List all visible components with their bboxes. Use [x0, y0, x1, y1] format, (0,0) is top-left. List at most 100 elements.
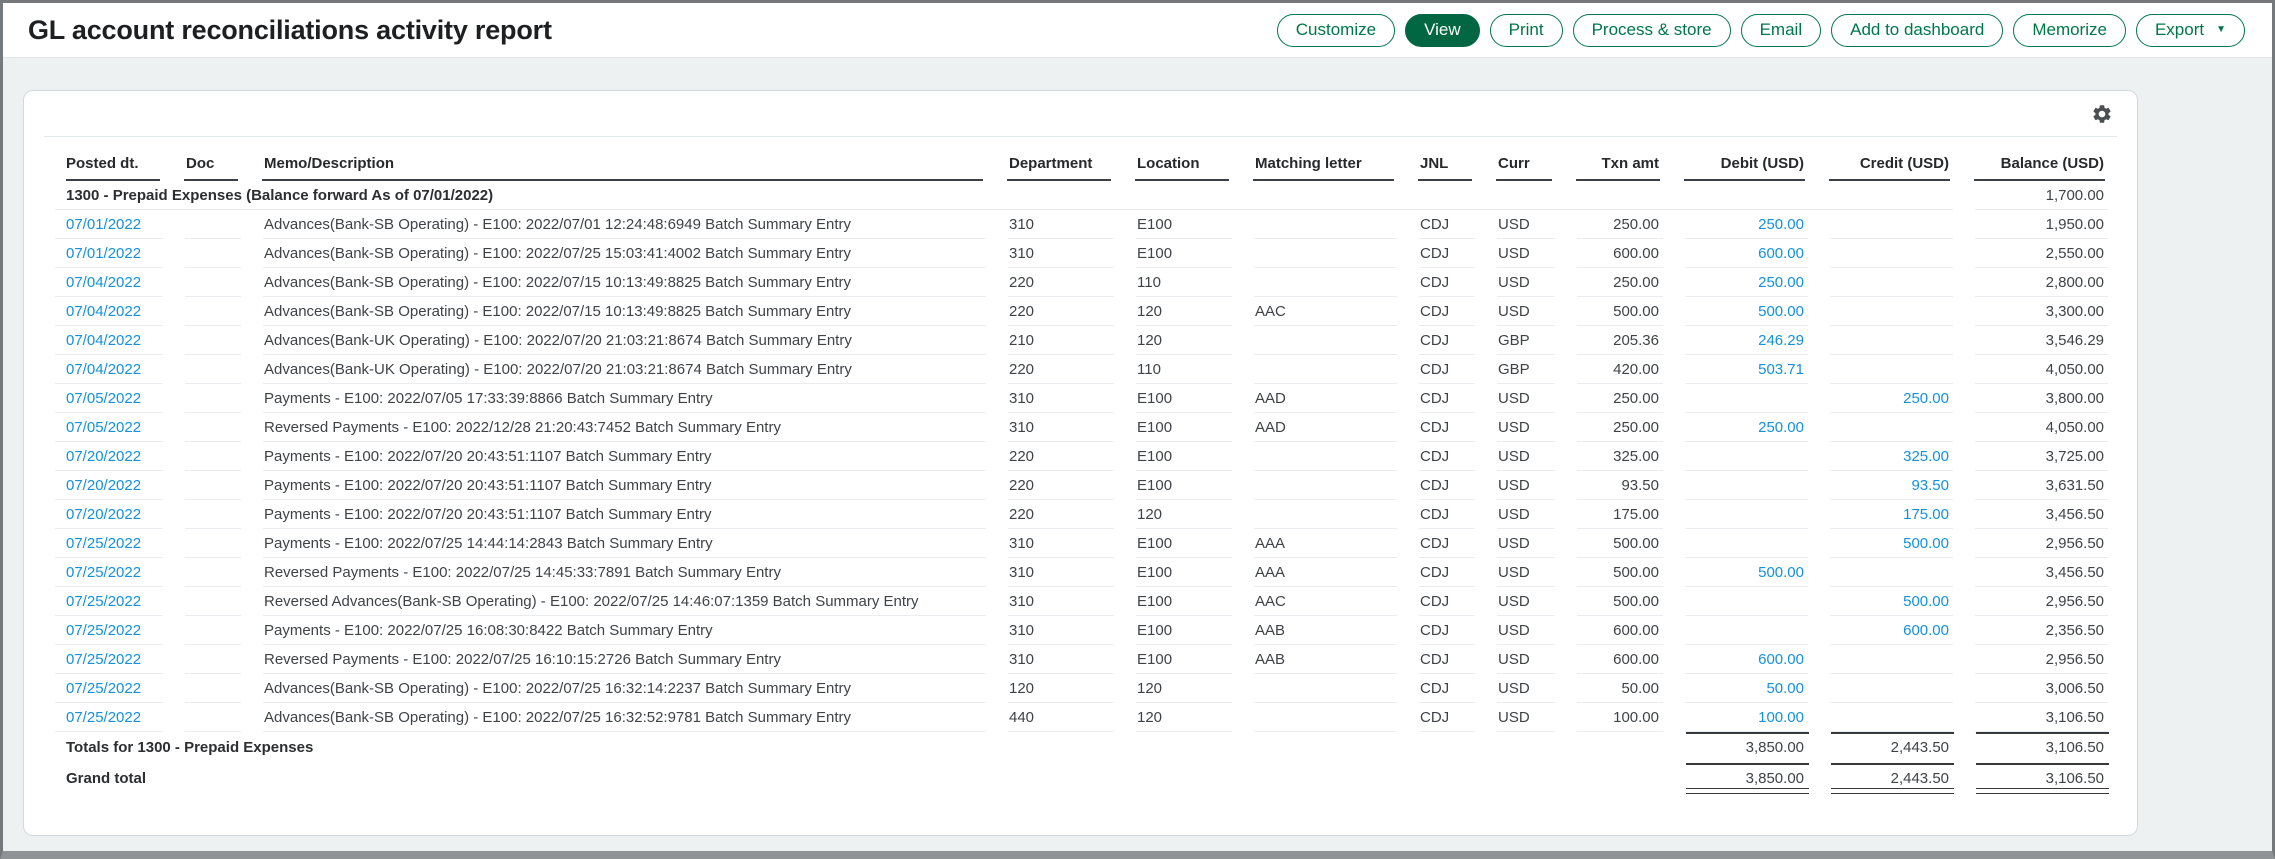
- matching-letter-value: AAC: [1255, 303, 1286, 320]
- col-header-credit: Credit (USD): [1819, 137, 1964, 181]
- jnl-value: CDJ: [1420, 390, 1449, 407]
- credit-amount-link[interactable]: 175.00: [1903, 506, 1949, 523]
- currency-value: USD: [1498, 419, 1530, 436]
- toolbar-button-label: Memorize: [2032, 20, 2107, 40]
- currency-value: USD: [1498, 564, 1530, 581]
- jnl-value: CDJ: [1420, 506, 1449, 523]
- debit-amount-link[interactable]: 600.00: [1758, 651, 1804, 668]
- location-value: E100: [1137, 622, 1172, 639]
- credit-amount-link[interactable]: 500.00: [1903, 593, 1949, 610]
- currency-value: USD: [1498, 709, 1530, 726]
- balance-value: 2,550.00: [2046, 245, 2104, 262]
- posted-date-link[interactable]: 07/25/2022: [66, 709, 141, 726]
- balance-value: 3,456.50: [2046, 506, 2104, 523]
- posted-date-link[interactable]: 07/20/2022: [66, 448, 141, 465]
- debit-amount-link[interactable]: 100.00: [1758, 709, 1804, 726]
- balance-value: 4,050.00: [2046, 361, 2104, 378]
- debit-amount-link[interactable]: 50.00: [1766, 680, 1804, 697]
- posted-date-link[interactable]: 07/04/2022: [66, 332, 141, 349]
- memo-text: Payments - E100: 2022/07/20 20:43:51:110…: [264, 477, 712, 494]
- col-header-curr: Curr: [1486, 137, 1566, 181]
- jnl-value: CDJ: [1420, 274, 1449, 291]
- matching-letter-value: AAD: [1255, 419, 1286, 436]
- jnl-value: CDJ: [1420, 448, 1449, 465]
- memo-text: Payments - E100: 2022/07/20 20:43:51:110…: [264, 506, 712, 523]
- location-value: 120: [1137, 680, 1162, 697]
- toolbar-button[interactable]: Email: [1741, 14, 1822, 47]
- jnl-value: CDJ: [1420, 245, 1449, 262]
- debit-amount-link[interactable]: 500.00: [1758, 564, 1804, 581]
- balance-value: 3,725.00: [2046, 448, 2104, 465]
- debit-amount-link[interactable]: 500.00: [1758, 303, 1804, 320]
- memo-text: Advances(Bank-SB Operating) - E100: 2022…: [264, 216, 851, 233]
- jnl-value: CDJ: [1420, 709, 1449, 726]
- debit-amount-link[interactable]: 246.29: [1758, 332, 1804, 349]
- txn-amount-value: 600.00: [1613, 622, 1659, 639]
- report-table: Posted dt. Doc Memo/Description Departme…: [44, 137, 2119, 794]
- txn-amount-value: 325.00: [1613, 448, 1659, 465]
- location-value: 120: [1137, 303, 1162, 320]
- content-area: Posted dt. Doc Memo/Description Departme…: [3, 58, 2272, 851]
- toolbar-button[interactable]: Print: [1490, 14, 1563, 47]
- posted-date-link[interactable]: 07/01/2022: [66, 245, 141, 262]
- posted-date-link[interactable]: 07/20/2022: [66, 506, 141, 523]
- credit-amount-link[interactable]: 93.50: [1911, 477, 1949, 494]
- credit-amount-link[interactable]: 325.00: [1903, 448, 1949, 465]
- currency-value: USD: [1498, 245, 1530, 262]
- gear-icon[interactable]: [2091, 103, 2113, 125]
- txn-amount-value: 100.00: [1613, 709, 1659, 726]
- posted-date-link[interactable]: 07/04/2022: [66, 303, 141, 320]
- toolbar-button[interactable]: View: [1405, 14, 1480, 47]
- posted-date-link[interactable]: 07/01/2022: [66, 216, 141, 233]
- posted-date-link[interactable]: 07/25/2022: [66, 593, 141, 610]
- balance-value: 3,106.50: [2046, 709, 2104, 726]
- posted-date-link[interactable]: 07/05/2022: [66, 419, 141, 436]
- posted-date-link[interactable]: 07/25/2022: [66, 622, 141, 639]
- toolbar-button[interactable]: Memorize: [2013, 14, 2126, 47]
- balance-value: 3,006.50: [2046, 680, 2104, 697]
- posted-date-link[interactable]: 07/25/2022: [66, 651, 141, 668]
- posted-date-link[interactable]: 07/04/2022: [66, 274, 141, 291]
- posted-date-link[interactable]: 07/25/2022: [66, 680, 141, 697]
- credit-amount-link[interactable]: 250.00: [1903, 390, 1949, 407]
- table-row: 07/20/2022 Payments - E100: 2022/07/20 2…: [44, 471, 2119, 500]
- toolbar-button-label: View: [1424, 20, 1461, 40]
- txn-amount-value: 600.00: [1613, 245, 1659, 262]
- credit-amount-link[interactable]: 500.00: [1903, 535, 1949, 552]
- grand-total-debit: 3,850.00: [1674, 763, 1819, 794]
- location-value: E100: [1137, 477, 1172, 494]
- debit-amount-link[interactable]: 250.00: [1758, 419, 1804, 436]
- toolbar-button[interactable]: Add to dashboard: [1831, 14, 2003, 47]
- txn-amount-value: 500.00: [1613, 535, 1659, 552]
- col-header-location: Location: [1125, 137, 1243, 181]
- debit-amount-link[interactable]: 600.00: [1758, 245, 1804, 262]
- location-value: E100: [1137, 448, 1172, 465]
- toolbar-button[interactable]: Export ▼: [2136, 14, 2245, 47]
- posted-date-link[interactable]: 07/04/2022: [66, 361, 141, 378]
- balance-value: 2,800.00: [2046, 274, 2104, 291]
- txn-amount-value: 250.00: [1613, 419, 1659, 436]
- toolbar-button[interactable]: Process & store: [1573, 14, 1731, 47]
- txn-amount-value: 250.00: [1613, 390, 1659, 407]
- table-row: 07/25/2022 Advances(Bank-SB Operating) -…: [44, 674, 2119, 703]
- txn-amount-value: 600.00: [1613, 651, 1659, 668]
- debit-amount-link[interactable]: 250.00: [1758, 216, 1804, 233]
- currency-value: GBP: [1498, 361, 1530, 378]
- table-row: 07/20/2022 Payments - E100: 2022/07/20 2…: [44, 500, 2119, 529]
- posted-date-link[interactable]: 07/25/2022: [66, 535, 141, 552]
- toolbar-button[interactable]: Customize: [1277, 14, 1395, 47]
- posted-date-link[interactable]: 07/25/2022: [66, 564, 141, 581]
- currency-value: USD: [1498, 477, 1530, 494]
- memo-text: Reversed Payments - E100: 2022/12/28 21:…: [264, 419, 781, 436]
- txn-amount-value: 250.00: [1613, 216, 1659, 233]
- location-value: E100: [1137, 390, 1172, 407]
- group-balance-forward: 1,700.00: [1964, 181, 2119, 210]
- credit-amount-link[interactable]: 600.00: [1903, 622, 1949, 639]
- txn-amount-value: 420.00: [1613, 361, 1659, 378]
- debit-amount-link[interactable]: 503.71: [1758, 361, 1804, 378]
- posted-date-link[interactable]: 07/20/2022: [66, 477, 141, 494]
- posted-date-link[interactable]: 07/05/2022: [66, 390, 141, 407]
- balance-value: 1,950.00: [2046, 216, 2104, 233]
- txn-amount-value: 500.00: [1613, 303, 1659, 320]
- debit-amount-link[interactable]: 250.00: [1758, 274, 1804, 291]
